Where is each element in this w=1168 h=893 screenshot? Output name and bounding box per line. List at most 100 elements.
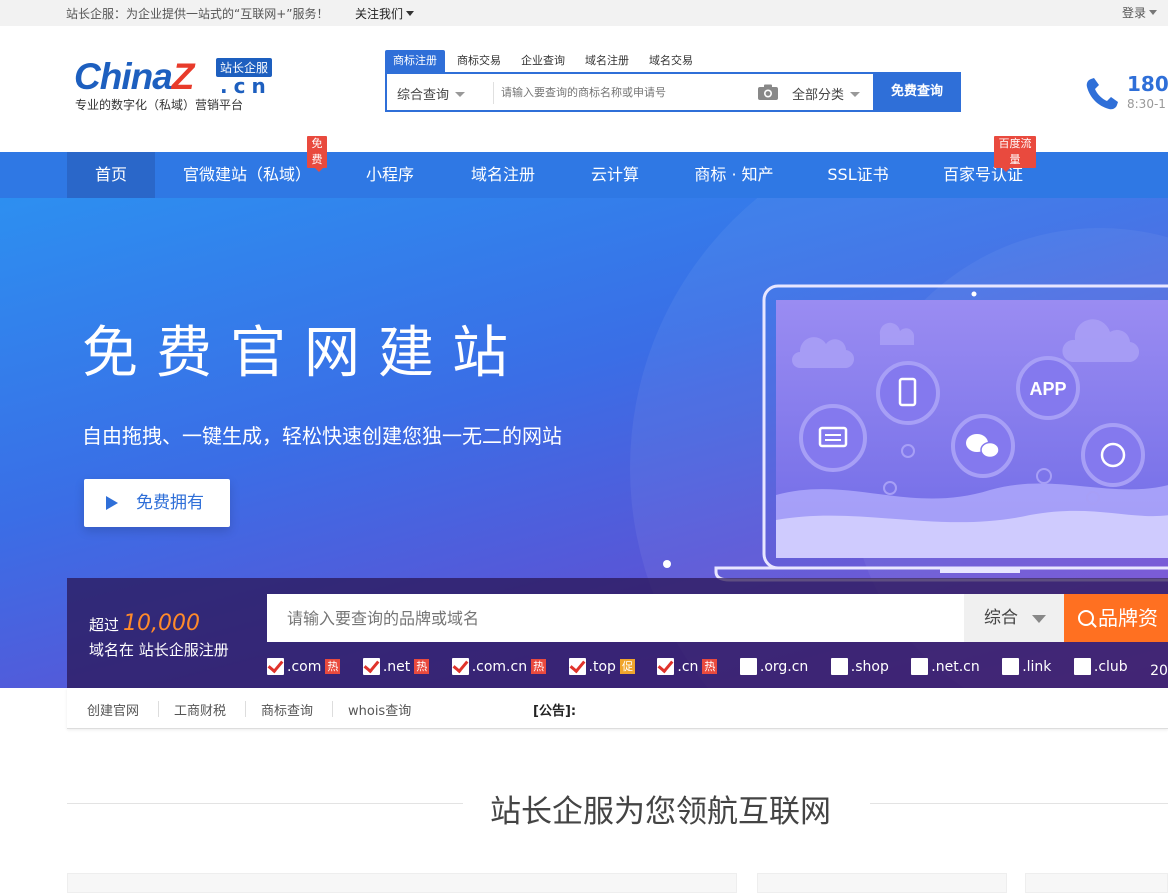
link-business-tax[interactable]: 工商财税 — [174, 700, 226, 719]
checkbox[interactable] — [451, 658, 469, 675]
nav-trademark[interactable]: 商标 · 知产 — [680, 152, 788, 198]
nav-label: 域名注册 — [470, 165, 535, 184]
tab-trademark-register[interactable]: 商标注册 — [385, 50, 445, 72]
tld-name: .link — [1022, 658, 1052, 675]
tld-name: .com.cn — [471, 658, 528, 675]
trademark-search-box: 综合查询 全部分类 免费查询 — [385, 72, 961, 112]
tab-domain-trade[interactable]: 域名交易 — [641, 50, 701, 72]
tab-trademark-trade[interactable]: 商标交易 — [449, 50, 509, 72]
tld-option[interactable]: .net 热 — [362, 658, 430, 675]
content-card — [1025, 873, 1168, 893]
tld-name: .top — [588, 658, 616, 675]
tld-option[interactable]: .link — [1002, 658, 1051, 675]
tld-option[interactable]: .com.cn 热 — [451, 658, 547, 675]
hot-badge: 热 — [325, 659, 341, 674]
phone-icon — [1086, 78, 1118, 110]
brand-search-label: 品牌资 — [1098, 606, 1158, 630]
tld-option[interactable]: .cn 热 — [657, 658, 718, 675]
tld-name: .net — [382, 658, 411, 675]
follow-us-dropdown[interactable]: 关注我们 — [355, 5, 414, 22]
content-card — [67, 873, 737, 893]
main-nav: 首页 官微建站（私域） 免费 小程序 域名注册 云计算 商标 · 知产 SSL证… — [0, 136, 1168, 198]
tld-name: .com — [287, 658, 322, 675]
checkbox[interactable] — [267, 658, 284, 675]
domain-type-select[interactable]: 综合 — [964, 594, 1064, 642]
play-icon — [106, 496, 118, 510]
brand-search-button[interactable]: 品牌资 — [1064, 594, 1168, 642]
edition-label[interactable]: 2020版 — [1150, 663, 1168, 679]
free-own-button[interactable]: 免费拥有 — [84, 479, 230, 527]
tld-name: .shop — [850, 658, 889, 675]
domain-count: 10,000 — [123, 611, 200, 636]
tld-option[interactable]: .club — [1073, 658, 1128, 675]
nav-home[interactable]: 首页 — [67, 152, 155, 198]
checkbox[interactable] — [1073, 658, 1091, 675]
domain-search-input[interactable] — [267, 594, 964, 642]
nav-domain-register[interactable]: 域名注册 — [458, 152, 548, 198]
top-bar: 站长企服：为企业提供一站式的“互联网+”服务！ 关注我们 登录 — [0, 0, 1168, 26]
domain-register-label: 域名在 站长企服注册 — [89, 641, 229, 659]
domain-count-label: 超过 — [89, 616, 120, 634]
tld-name: .cn — [677, 658, 699, 675]
nav-ssl[interactable]: SSL证书 — [812, 152, 904, 198]
tld-options: .com 热 .net 热 .com.cn 热 .top 促 .cn 热 .org.cn … — [267, 658, 1168, 679]
tab-company-query[interactable]: 企业查询 — [513, 50, 573, 72]
service-hours: 8:30-1 — [1127, 97, 1166, 111]
content-card — [757, 873, 1007, 893]
divider — [67, 803, 463, 804]
checkbox[interactable] — [1002, 658, 1020, 675]
logo[interactable]: ChinaZ 站长企服 .cn 专业的数字化（私域）营销平台 — [74, 56, 274, 116]
carousel-dot[interactable] — [663, 560, 671, 568]
camera-icon[interactable] — [757, 84, 779, 101]
phone-number: 1803 — [1127, 72, 1168, 96]
search-category-select[interactable]: 综合查询 — [397, 84, 465, 103]
nav-label: 小程序 — [365, 165, 414, 184]
logo-z: Z — [171, 56, 195, 97]
search-tabs: 商标注册 商标交易 企业查询 域名注册 域名交易 — [385, 50, 705, 72]
free-query-button[interactable]: 免费查询 — [873, 74, 961, 110]
logo-cn: .cn — [220, 74, 272, 98]
checkbox[interactable] — [362, 658, 380, 675]
app-label: APP — [1029, 379, 1066, 399]
link-trademark-query[interactable]: 商标查询 — [261, 700, 313, 719]
tld-option[interactable]: .com 热 — [267, 658, 341, 675]
quick-links-bar: 创建官网 工商财税 商标查询 whois查询 [公告]: — [67, 688, 1168, 729]
logo-tagline: 专业的数字化（私域）营销平台 — [75, 98, 244, 112]
tld-option[interactable]: .org.cn — [739, 658, 809, 675]
nav-label: SSL证书 — [827, 165, 889, 184]
nav-label: 商标 · 知产 — [694, 165, 774, 184]
hot-badge: 热 — [702, 659, 718, 674]
trademark-search-input[interactable] — [499, 78, 749, 106]
section-header: 站长企服为您领航互联网 — [0, 786, 1168, 830]
nav-website-building[interactable]: 官微建站（私域） 免费 — [167, 136, 327, 198]
all-category-select[interactable]: 全部分类 — [792, 84, 860, 103]
login-dropdown[interactable]: 登录 — [1122, 4, 1157, 21]
baidu-traffic-tag: 百度流量 — [994, 136, 1036, 172]
promo-badge: 促 — [619, 659, 635, 674]
link-create-website[interactable]: 创建官网 — [87, 700, 139, 719]
hot-badge: 热 — [414, 659, 430, 674]
divider — [332, 701, 333, 717]
nav-cloud[interactable]: 云计算 — [575, 152, 655, 198]
tld-name: .org.cn — [759, 658, 809, 675]
divider — [870, 803, 1168, 804]
divider — [493, 82, 494, 104]
tld-option[interactable]: .top 促 — [568, 658, 635, 675]
search-icon — [1078, 610, 1094, 626]
checkbox[interactable] — [657, 658, 675, 675]
nav-baijiahao[interactable]: 百家号认证 百度流量 — [930, 136, 1036, 198]
nav-label: 首页 — [94, 165, 127, 184]
tab-domain-register[interactable]: 域名注册 — [577, 50, 637, 72]
laptop-illustration: APP — [714, 284, 1168, 582]
tld-option[interactable]: .shop — [830, 658, 889, 675]
tld-option[interactable]: .net.cn — [911, 658, 980, 675]
link-whois-query[interactable]: whois查询 — [348, 700, 411, 719]
checkbox[interactable] — [739, 658, 757, 675]
checkbox[interactable] — [830, 658, 848, 675]
site-slogan: 站长企服：为企业提供一站式的“互联网+”服务！ — [66, 7, 329, 21]
hot-badge: 热 — [531, 659, 547, 674]
nav-mini-program[interactable]: 小程序 — [350, 152, 430, 198]
cta-label: 免费拥有 — [136, 493, 204, 513]
checkbox[interactable] — [568, 658, 586, 675]
checkbox[interactable] — [911, 658, 929, 675]
